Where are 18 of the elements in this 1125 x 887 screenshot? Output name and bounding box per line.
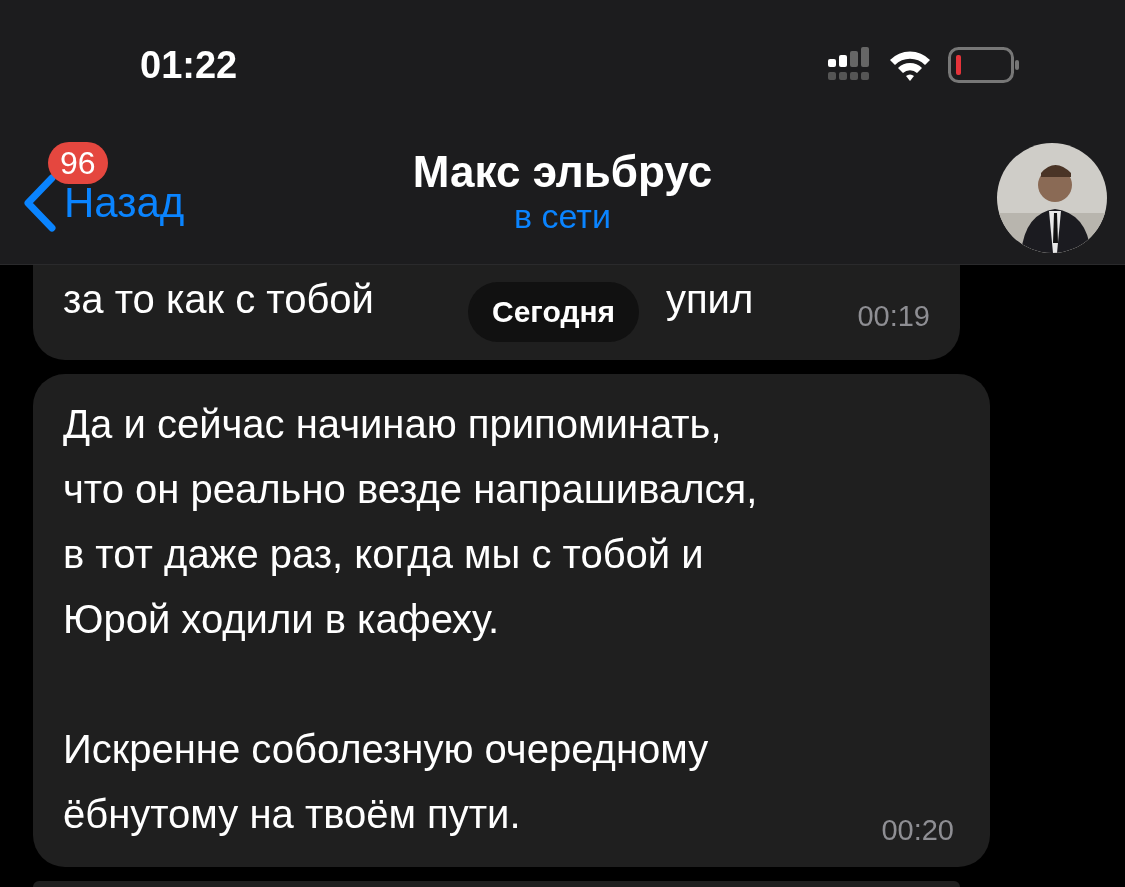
back-chevron-icon: [22, 173, 58, 232]
message-text: упил: [665, 276, 754, 323]
message-text-line: ёбнутому на твоём пути.: [63, 792, 521, 836]
message-text-line: в тот даже раз, когда мы с тобой и: [63, 532, 704, 576]
chat-title: Макс эльбрус: [412, 148, 713, 197]
signal-icon: [828, 47, 872, 83]
message-text-line: Юрой ходили в кафеху.: [63, 597, 500, 641]
date-pill: Сегодня: [468, 282, 640, 342]
online-status: в сети: [514, 196, 611, 238]
message-text-line: Да и сейчас начинаю припоминать,: [63, 402, 722, 446]
battery-icon: [948, 47, 1020, 83]
message-text-line: что он реально везде напрашивался,: [63, 467, 758, 511]
message-time: 00:20: [881, 816, 954, 845]
status-time: 01:22: [140, 42, 238, 88]
unread-count-badge: 96: [48, 142, 108, 185]
message-text-line: Искренне соболезную очередному: [63, 727, 709, 771]
message-time: 00:19: [857, 302, 930, 331]
message-text: за то как с тобой: [63, 276, 374, 323]
